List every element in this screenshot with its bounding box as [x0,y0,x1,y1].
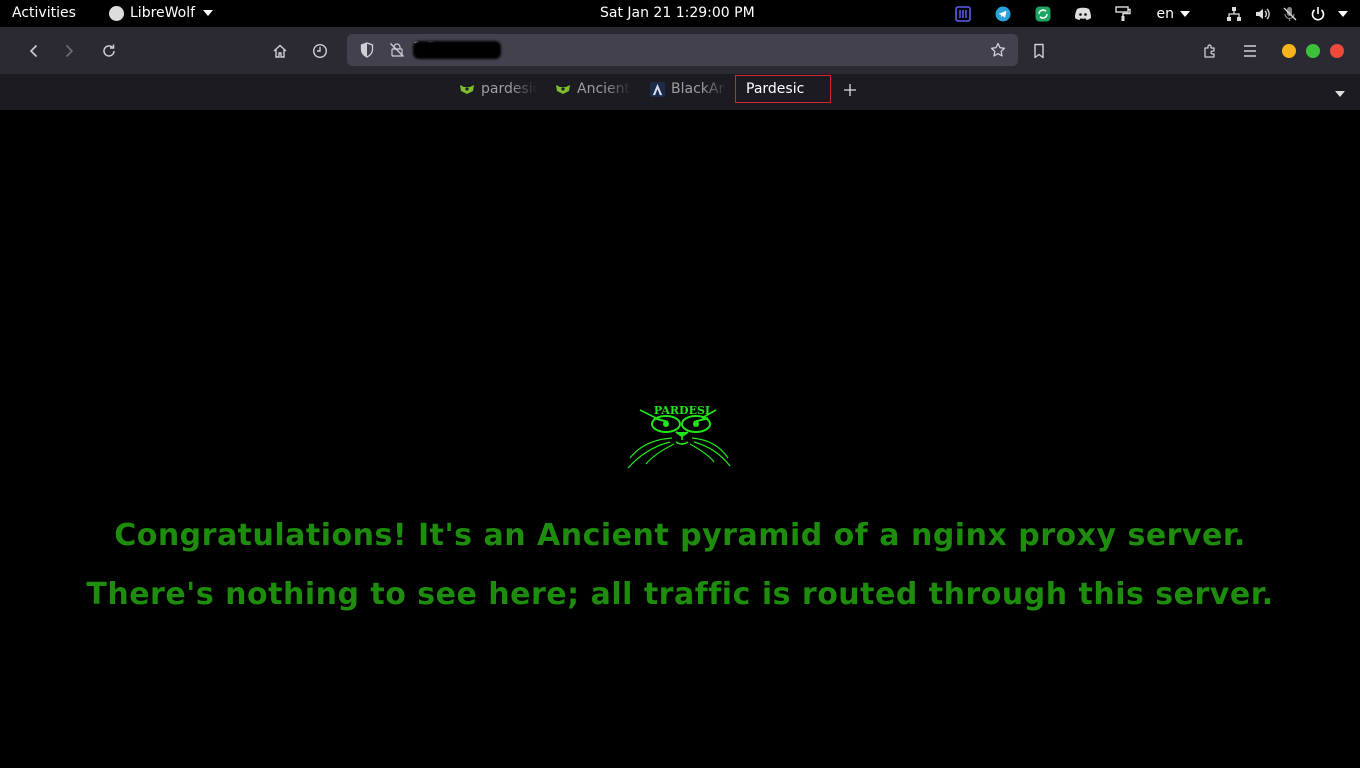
tab-label: Pardesic [746,81,805,97]
clock[interactable]: Sat Jan 21 1:29:00 PM [600,5,755,21]
message-line-1: Congratulations! It's an Ancient pyramid… [114,518,1246,553]
home-button[interactable] [269,40,291,62]
app-menu-label: LibreWolf [130,5,196,21]
shield-icon[interactable] [359,42,375,58]
insecure-connection-icon[interactable] [389,42,405,58]
sync-icon[interactable] [1033,5,1053,23]
pardesi-logo: PARDESI [627,404,731,469]
tab-pardesic[interactable]: pardesic [459,75,537,103]
back-button[interactable] [23,40,45,62]
librewolf-icon [109,5,124,21]
pardesi-cat-icon [460,85,474,94]
system-tray: en [933,4,1348,24]
minimize-button[interactable] [1282,44,1296,58]
language-selector[interactable]: en [1156,6,1190,22]
list-all-tabs-button[interactable] [1335,91,1345,97]
svg-text:PARDESI: PARDESI [654,404,710,417]
history-button[interactable] [309,40,331,62]
new-tab-button[interactable] [843,81,857,102]
app-menu[interactable]: LibreWolf [109,5,214,21]
bookmarks-button[interactable] [1028,40,1050,62]
chevron-down-icon [1180,11,1190,17]
paint-roller-icon[interactable] [1113,5,1133,23]
tab-pardesic-active[interactable]: Pardesic [735,75,831,103]
activities-button[interactable]: Activities [12,5,76,21]
redaction-mark [413,41,501,59]
chevron-down-icon [203,10,214,16]
volume-icon[interactable] [1252,5,1272,23]
extensions-button[interactable] [1199,40,1221,62]
close-button[interactable] [1330,44,1344,58]
tab-blackarch[interactable]: BlackAr [650,75,728,103]
address-bar[interactable]: 1 5 [347,34,1018,66]
forward-button[interactable] [58,40,80,62]
network-icon[interactable] [1224,5,1244,23]
tab-ancient[interactable]: Ancient [555,75,631,103]
maximize-button[interactable] [1306,44,1320,58]
browser-toolbar: 1 5 [0,27,1360,75]
star-icon[interactable] [990,42,1006,58]
system-top-bar: Activities LibreWolf Sat Jan 21 1:29:00 … [0,0,1360,27]
power-icon[interactable] [1308,5,1328,23]
page-content: PARDESI Congratulations! It's an Ancient… [0,110,1360,768]
language-label: en [1156,6,1175,22]
discord-icon[interactable] [1073,5,1093,23]
menu-icon[interactable] [1239,40,1261,62]
reload-button[interactable] [98,40,120,62]
chevron-down-icon[interactable] [1338,11,1348,17]
tab-strip: pardesic Ancient BlackAr Pardesic [0,75,1360,110]
message-line-2: There's nothing to see here; all traffic… [86,577,1274,612]
telegram-icon[interactable] [993,5,1013,23]
screen-recorder-icon[interactable] [953,5,973,23]
blackarch-icon [650,81,665,97]
pardesi-cat-icon [556,85,570,94]
mic-muted-icon[interactable] [1280,5,1300,23]
